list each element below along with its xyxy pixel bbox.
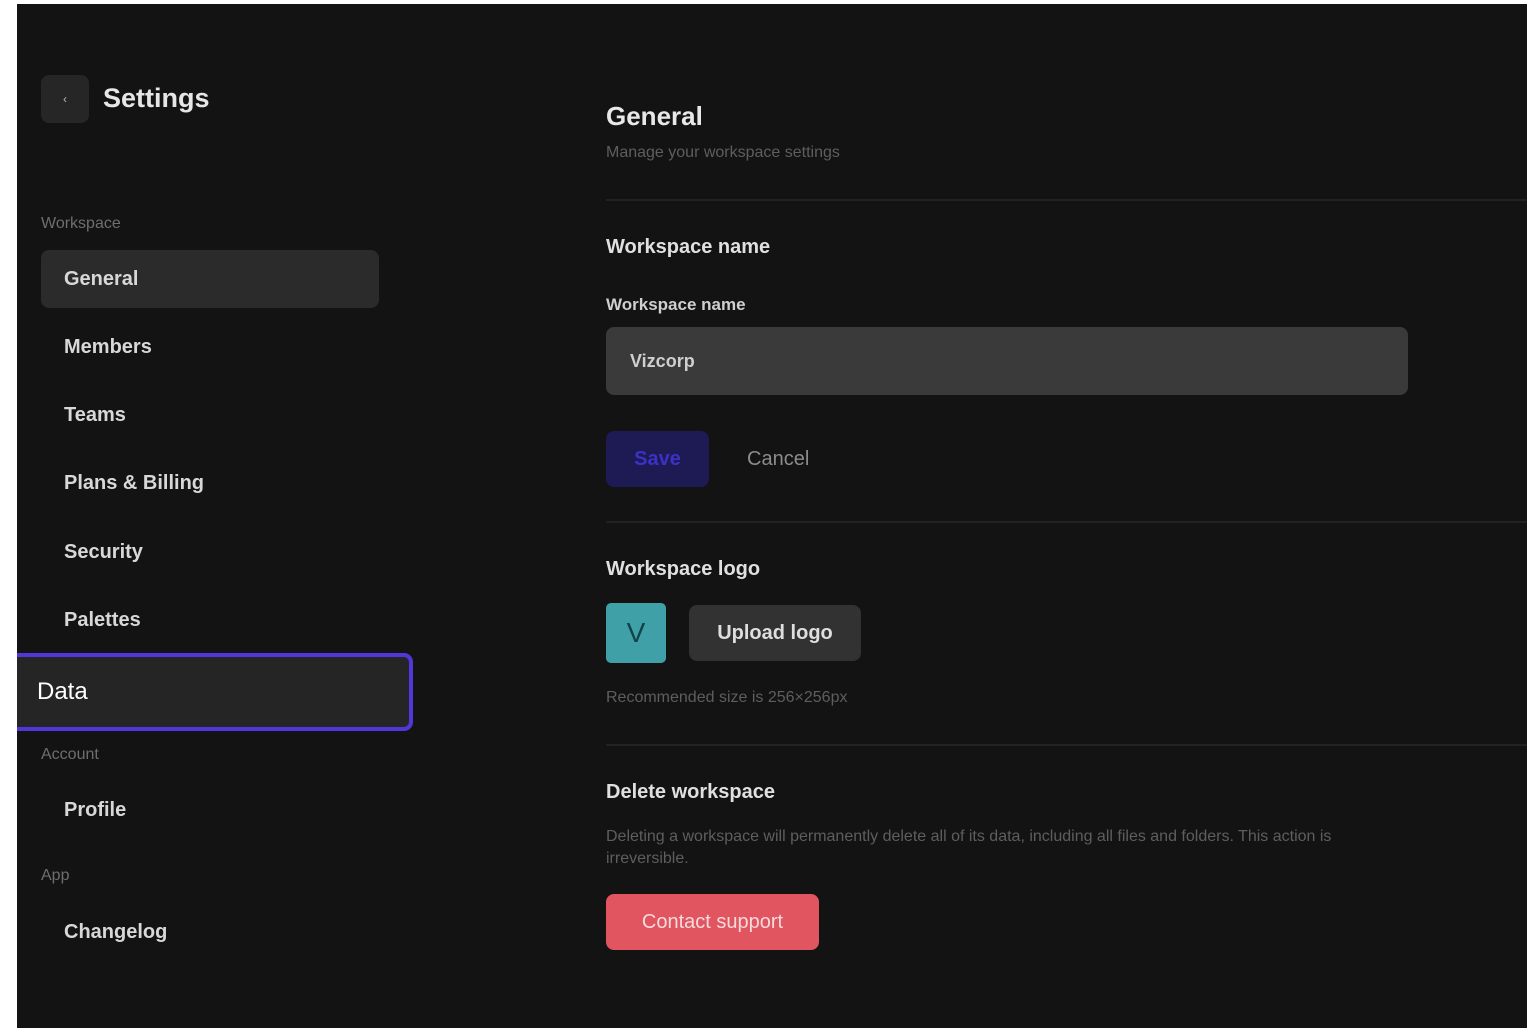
- sidebar-item-label: Changelog: [64, 920, 168, 943]
- workspace-name-input[interactable]: [606, 327, 1408, 395]
- sidebar-item-label: Data: [37, 678, 88, 705]
- section-label-workspace: Workspace: [41, 215, 121, 232]
- workspace-logo-heading: Workspace logo: [606, 558, 761, 580]
- section-divider: [606, 199, 1527, 201]
- contact-support-button[interactable]: Contact support: [606, 894, 819, 950]
- sidebar-item-members[interactable]: Members: [41, 318, 379, 376]
- sidebar-item-label: Plans & Billing: [64, 471, 205, 494]
- sidebar-item-label: Profile: [64, 798, 127, 821]
- section-label-app: App: [41, 867, 70, 884]
- sidebar-item-teams[interactable]: Teams: [41, 386, 379, 444]
- back-button[interactable]: ‹: [41, 75, 89, 123]
- cancel-button[interactable]: Cancel: [733, 431, 823, 487]
- settings-window: ‹ Settings Workspace General Members Tea…: [17, 4, 1527, 1028]
- workspace-name-heading: Workspace name: [606, 236, 771, 258]
- delete-workspace-description: Deleting a workspace will permanently de…: [606, 828, 1332, 867]
- page-subtitle: Manage your workspace settings: [606, 144, 840, 161]
- sidebar-item-label: Palettes: [64, 608, 141, 631]
- upload-logo-button[interactable]: Upload logo: [689, 605, 861, 661]
- sidebar-item-palettes[interactable]: Palettes: [41, 591, 379, 649]
- section-divider: [606, 744, 1527, 746]
- settings-title: Settings: [103, 83, 210, 113]
- sidebar-item-label: General: [64, 267, 139, 290]
- workspace-logo: V: [606, 603, 666, 663]
- workspace-logo-letter: V: [626, 617, 646, 648]
- sidebar-item-security[interactable]: Security: [41, 523, 379, 581]
- section-label-account: Account: [41, 746, 99, 763]
- workspace-name-label: Workspace name: [606, 295, 746, 314]
- page-title: General: [606, 101, 703, 131]
- sidebar-item-data[interactable]: Data: [17, 653, 413, 731]
- delete-workspace-heading: Delete workspace: [606, 781, 775, 803]
- sidebar-item-plans-billing[interactable]: Plans & Billing: [41, 454, 379, 512]
- sidebar-item-changelog[interactable]: Changelog: [41, 903, 379, 961]
- sidebar-item-general[interactable]: General: [41, 250, 379, 308]
- sidebar-item-profile[interactable]: Profile: [41, 781, 379, 839]
- sidebar-item-label: Security: [64, 540, 143, 563]
- save-button[interactable]: Save: [606, 431, 709, 487]
- section-divider: [606, 521, 1527, 523]
- chevron-left-icon: ‹: [63, 92, 67, 106]
- sidebar-item-label: Members: [64, 335, 152, 358]
- logo-size-hint: Recommended size is 256×256px: [606, 689, 848, 706]
- sidebar-item-label: Teams: [64, 403, 126, 426]
